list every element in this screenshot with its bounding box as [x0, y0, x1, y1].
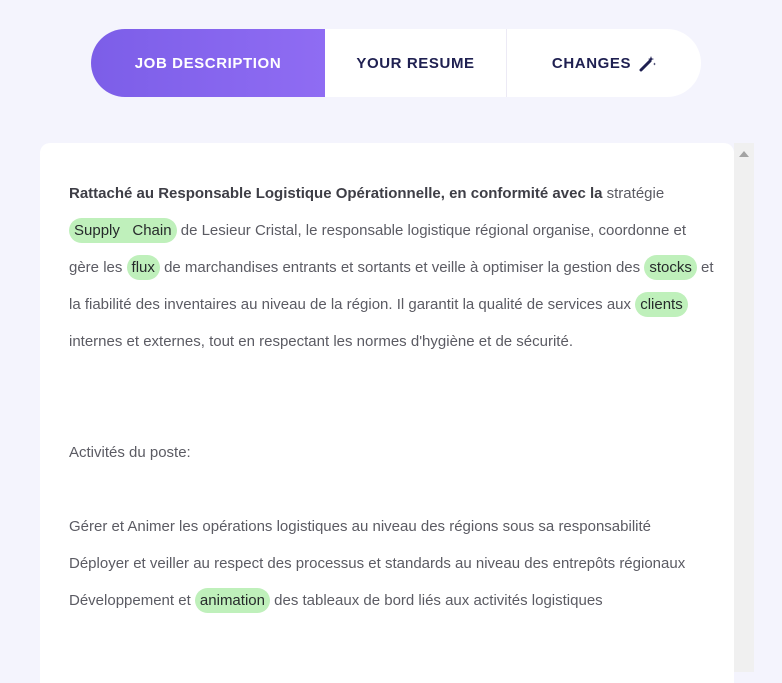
description-paragraph: Rattaché au Responsable Logistique Opéra…	[69, 175, 719, 360]
description-lead: Rattaché au Responsable Logistique Opéra…	[69, 185, 603, 202]
tab-changes[interactable]: CHANGES	[507, 29, 701, 97]
keyword-highlight: Supply Chain	[69, 218, 177, 243]
scrollbar[interactable]	[734, 143, 754, 672]
activity-item: Gérer et Animer les opérations logistiqu…	[69, 518, 651, 535]
text-segment: stratégie	[606, 185, 665, 202]
scroll-up-arrow-icon[interactable]	[739, 151, 749, 157]
magic-wand-icon	[639, 55, 657, 71]
job-description-panel: Rattaché au Responsable Logistique Opéra…	[40, 143, 734, 683]
keyword-highlight: animation	[194, 588, 270, 613]
text-segment: de marchandises entrants et sortants et …	[164, 259, 641, 276]
activity-item: Déployer et veiller au respect des proce…	[69, 555, 686, 572]
job-description-text: Rattaché au Responsable Logistique Opéra…	[69, 175, 719, 619]
tab-bar: JOB DESCRIPTION YOUR RESUME CHANGES	[91, 29, 701, 97]
tab-your-resume[interactable]: YOUR RESUME	[325, 29, 507, 97]
activities-title: Activités du poste:	[69, 444, 191, 461]
text-segment: Développement et	[69, 592, 191, 609]
tab-job-description[interactable]: JOB DESCRIPTION	[91, 29, 325, 97]
activity-item: Développement et animation des tableaux …	[69, 582, 719, 619]
keyword-highlight: stocks	[644, 255, 697, 280]
keyword-highlight: flux	[126, 255, 160, 280]
text-segment: internes et externes, tout en respectant…	[69, 333, 573, 350]
text-segment: des tableaux de bord liés aux activités …	[274, 592, 603, 609]
tab-changes-label: CHANGES	[551, 54, 632, 72]
keyword-highlight: clients	[635, 292, 688, 317]
